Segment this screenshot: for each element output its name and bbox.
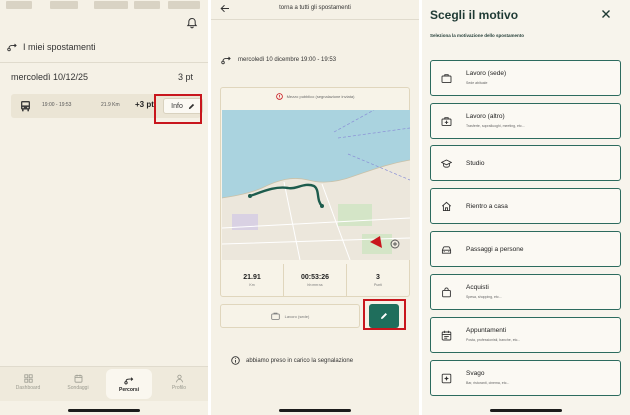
- divider: [0, 62, 208, 63]
- tab-sondaggi[interactable]: Sondaggi: [55, 367, 101, 397]
- bus-icon: [21, 101, 30, 112]
- stat-distance: 21.91 Km: [221, 264, 284, 296]
- stat-value: 3: [376, 273, 380, 281]
- option-title: Studio: [466, 160, 485, 167]
- home-indicator: [490, 409, 562, 412]
- reason-option-lavoro-sede[interactable]: Lavoro (sede) Sede abituale: [430, 60, 621, 96]
- route-map[interactable]: [222, 110, 410, 260]
- screen-my-trips: I miei spostamenti mercoledì 10/12/25 3 …: [0, 0, 208, 415]
- trip-time: 19:00 - 19:53: [42, 102, 72, 108]
- reason-option-passaggi[interactable]: Passaggi a persone: [430, 231, 621, 267]
- calendar-icon: [74, 374, 82, 383]
- stat-duration: 00:53:26 hh:mm:ss: [284, 264, 347, 296]
- reason-option-lavoro-altro[interactable]: Lavoro (altro) Trasferte, sopralluoghi, …: [430, 103, 621, 139]
- transport-notice: Mezzo pubblico (segnalazione inviata): [221, 93, 409, 100]
- calendar-icon: [441, 330, 452, 341]
- modal-title: Scegli il motivo: [430, 8, 519, 22]
- option-description: Trasferte, sopralluoghi, meeting, etc...: [466, 124, 525, 128]
- day-label: mercoledì 10/12/25: [11, 72, 89, 82]
- tab-label: Dashboard: [15, 384, 41, 391]
- partner-logo: [134, 1, 160, 9]
- tab-label: Sondaggi: [67, 384, 89, 391]
- partner-logo: [168, 1, 200, 9]
- stat-points: 3 Punti: [347, 264, 409, 296]
- profile-icon: [175, 374, 183, 382]
- stat-value: 21.91: [243, 273, 261, 281]
- reason-label: Lavoro (sede): [284, 313, 310, 319]
- option-description: Bar, ristoranti, cinema, etc...: [466, 381, 510, 385]
- stat-unit: Punti: [374, 282, 382, 287]
- trip-stats: 21.91 Km 00:53:26 hh:mm:ss 3 Punti: [221, 264, 409, 296]
- option-description: Sede abituale: [466, 81, 488, 85]
- stat-unit: hh:mm:ss: [307, 282, 323, 287]
- stat-value: 00:53:26: [300, 273, 330, 281]
- briefcase-icon: [441, 74, 452, 84]
- home-indicator: [68, 409, 140, 412]
- tab-label: Percorsi: [118, 386, 139, 393]
- notice-text: Mezzo pubblico (segnalazione inviata): [286, 94, 355, 99]
- my-trips-heading: I miei spostamenti: [7, 41, 96, 53]
- route-heading: mercoledì 10 dicembre 19:00 - 19:53: [221, 55, 336, 65]
- ack-text: abbiamo preso in carico la segnalazione: [246, 357, 354, 364]
- bell-icon[interactable]: [186, 17, 198, 29]
- screen-choose-reason: Scegli il motivo Seleziona la motivazion…: [422, 0, 630, 415]
- option-title: Passaggi a persone: [466, 246, 524, 253]
- trip-distance: 21.9 Km: [101, 102, 120, 108]
- screen-trip-detail: torna a tutti gli spostamenti mercoledì …: [211, 0, 419, 415]
- trip-summary-card: Mezzo pubblico (segnalazione inviata) 21…: [220, 87, 410, 297]
- section-title: I miei spostamenti: [23, 42, 96, 52]
- tab-percorsi[interactable]: Percorsi: [106, 369, 152, 399]
- partner-logo: [50, 1, 78, 9]
- reason-option-studio[interactable]: Studio: [430, 145, 621, 181]
- detail-header: torna a tutti gli spostamenti: [211, 0, 419, 17]
- screenshot-frame: I miei spostamenti mercoledì 10/12/25 3 …: [0, 0, 630, 415]
- reason-option-svago[interactable]: Svago Bar, ristoranti, cinema, etc...: [430, 360, 621, 396]
- dashboard-icon: [23, 373, 33, 383]
- tab-dashboard[interactable]: Dashboard: [5, 367, 51, 397]
- route-icon: [7, 43, 17, 52]
- alert-circle-icon: [275, 93, 283, 100]
- option-description: Posta, professionisti, banche, etc...: [466, 338, 521, 342]
- day-points: 3 pt: [178, 72, 194, 82]
- modal-subtitle: Seleziona la motivazione dello spostamen…: [430, 33, 525, 38]
- reason-option-acquisti[interactable]: Acquisti Spesa, shopping, etc...: [430, 274, 621, 310]
- bottom-tab-bar: Dashboard Sondaggi Percorsi Profilo: [0, 366, 208, 401]
- trip-reason-field[interactable]: Lavoro (sede): [220, 304, 360, 328]
- reason-option-appuntamenti[interactable]: Appuntamenti Posta, professionisti, banc…: [430, 317, 621, 353]
- close-icon[interactable]: [601, 9, 611, 19]
- car-icon: [441, 246, 452, 254]
- route-icon: [221, 56, 231, 65]
- tab-profilo[interactable]: Profilo: [156, 367, 202, 397]
- sparkle-icon: [441, 373, 452, 384]
- option-title: Svago: [466, 370, 485, 377]
- partner-logo: [94, 1, 128, 9]
- acknowledgement: abbiamo preso in carico la segnalazione: [231, 356, 353, 365]
- info-circle-icon: [231, 356, 240, 365]
- shopping-bag-icon: [442, 287, 451, 298]
- option-description: Spesa, shopping, etc...: [466, 295, 502, 299]
- stat-unit: Km: [249, 282, 255, 287]
- briefcase-icon: [270, 312, 280, 320]
- tab-label: Profilo: [171, 384, 187, 391]
- trip-points: +3 pt: [135, 100, 154, 109]
- graduation-cap-icon: [441, 159, 452, 168]
- partner-logos-bar: [0, 0, 208, 10]
- back-to-trips-link[interactable]: torna a tutti gli spostamenti: [211, 5, 419, 11]
- reason-option-rientro-casa[interactable]: Rientro a casa: [430, 188, 621, 224]
- option-title: Acquisti: [466, 284, 489, 291]
- divider: [211, 19, 419, 20]
- route-title: mercoledì 10 dicembre 19:00 - 19:53: [238, 57, 337, 63]
- briefcase-plus-icon: [441, 117, 452, 127]
- highlight-box-edit: [363, 299, 406, 330]
- option-title: Appuntamenti: [466, 327, 507, 334]
- option-title: Lavoro (altro): [466, 113, 505, 120]
- route-icon: [124, 376, 134, 384]
- highlight-box-info: [154, 94, 202, 124]
- option-title: Rientro a casa: [466, 203, 508, 210]
- home-indicator: [279, 409, 351, 412]
- partner-logo: [6, 1, 32, 9]
- option-title: Lavoro (sede): [466, 70, 507, 77]
- home-icon: [441, 201, 452, 212]
